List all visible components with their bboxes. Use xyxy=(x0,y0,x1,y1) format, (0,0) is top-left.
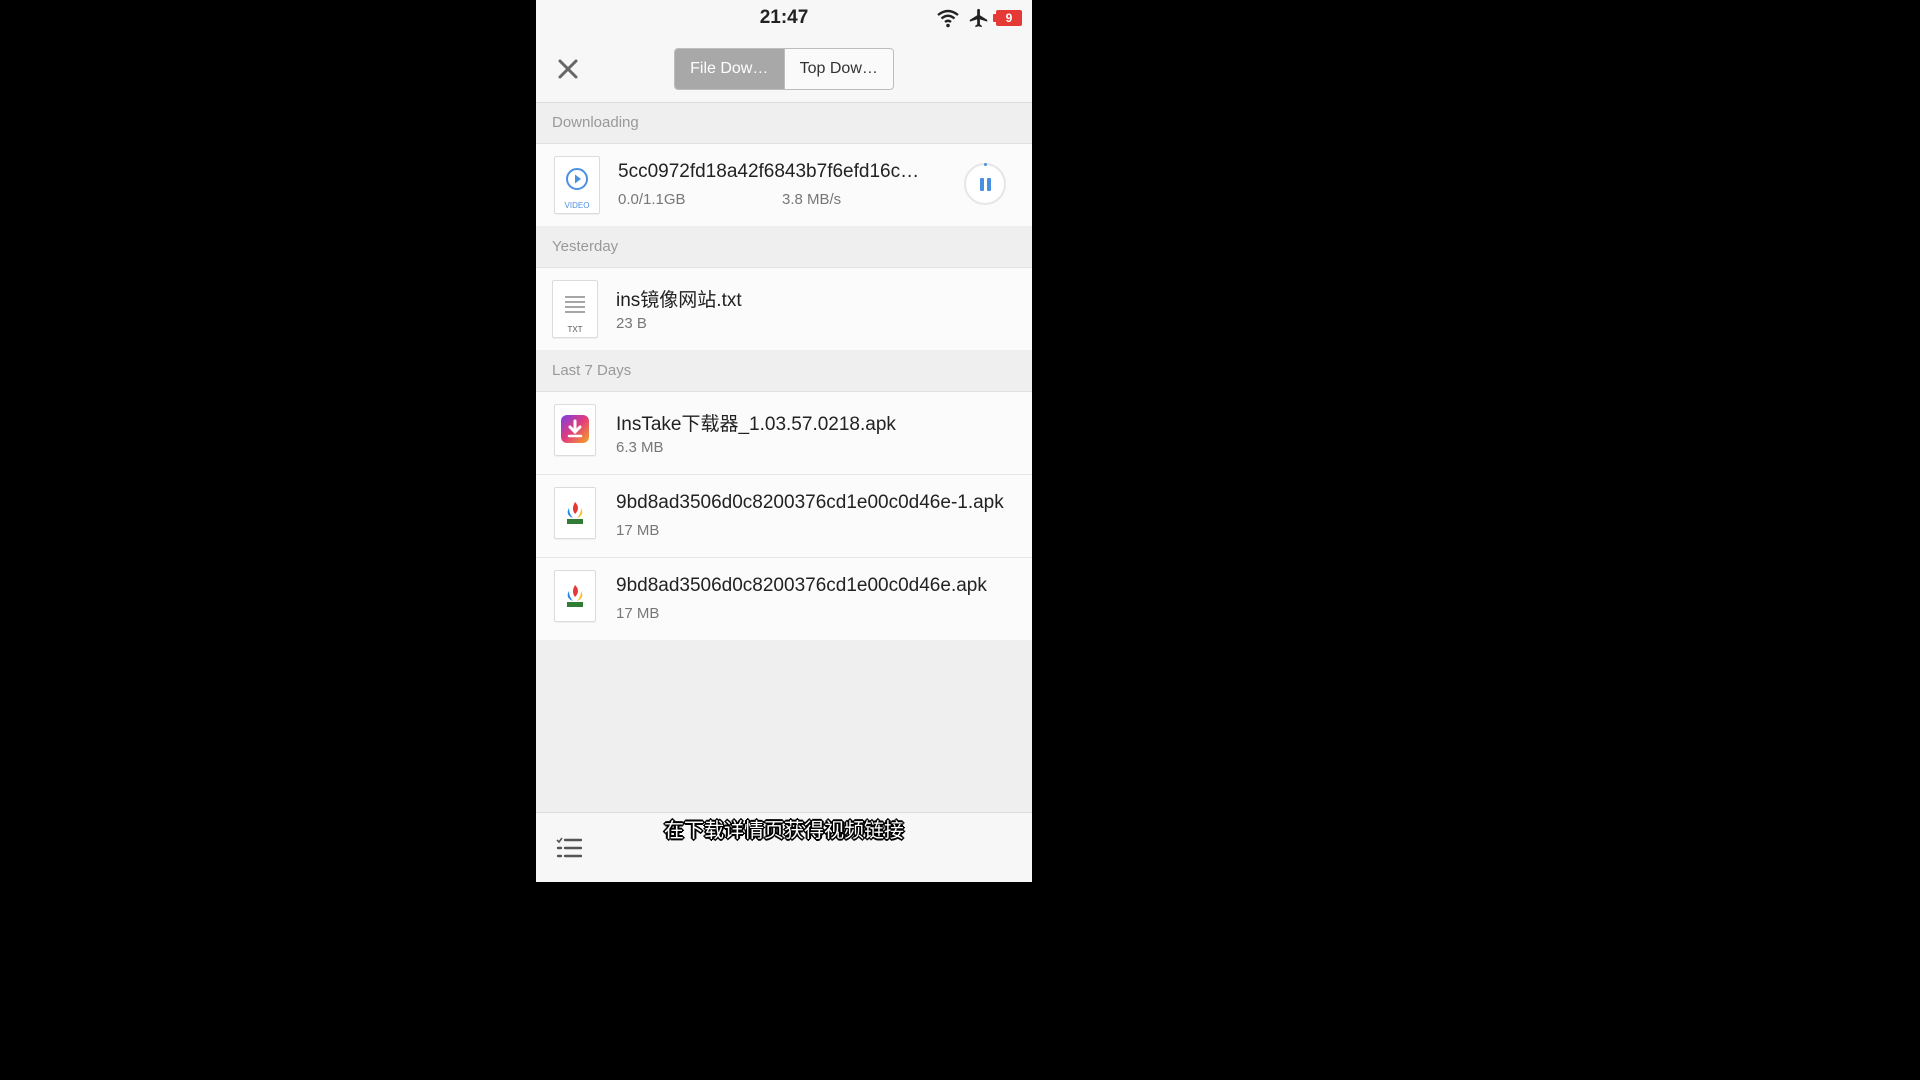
list-item[interactable]: InsTake下载器_1.03.57.0218.apk 6.3 MB xyxy=(536,392,1032,475)
section-header-yesterday: Yesterday xyxy=(536,227,1032,268)
file-name: ins镜像网站.txt xyxy=(616,290,742,311)
file-name: 5cc0972fd18a42f6843b7f6efd16c… xyxy=(618,161,920,182)
file-name: 9bd8ad3506d0c8200376cd1e00c0d46e-1.apk xyxy=(616,492,1004,513)
pause-icon xyxy=(980,178,984,191)
text-lines-icon xyxy=(565,296,585,313)
file-size: 6.3 MB xyxy=(616,439,664,456)
list-item[interactable]: TXT ins镜像网站.txt 23 B xyxy=(536,268,1032,350)
file-name: 9bd8ad3506d0c8200376cd1e00c0d46e.apk xyxy=(616,575,987,596)
pause-button[interactable] xyxy=(964,163,1006,205)
tab-file-downloads[interactable]: File Dow… xyxy=(675,49,784,89)
download-row-active[interactable]: VIDEO 5cc0972fd18a42f6843b7f6efd16c… 0.0… xyxy=(536,144,1032,226)
file-name: InsTake下载器_1.03.57.0218.apk xyxy=(616,414,896,435)
file-size: 17 MB xyxy=(616,522,660,539)
txt-file-icon: TXT xyxy=(552,280,598,338)
file-type-label: VIDEO xyxy=(564,201,590,210)
progress-dot xyxy=(984,163,987,166)
apk-file-icon xyxy=(554,487,596,539)
apk-file-icon xyxy=(554,404,596,456)
wifi-icon xyxy=(937,9,959,28)
pause-icon-bar xyxy=(987,178,991,191)
file-type-label: TXT xyxy=(567,325,583,334)
list-item[interactable]: 9bd8ad3506d0c8200376cd1e00c0d46e.apk 17 … xyxy=(536,558,1032,640)
list-item[interactable]: 9bd8ad3506d0c8200376cd1e00c0d46e-1.apk 1… xyxy=(536,475,1032,558)
tab-top-downloads[interactable]: Top Dow… xyxy=(783,49,894,89)
video-file-icon: VIDEO xyxy=(554,156,600,214)
section-header-last-7-days: Last 7 Days xyxy=(536,351,1032,392)
video-subtitle: 在下载详情页获得视频链接 xyxy=(664,818,904,842)
airplane-icon xyxy=(969,8,988,28)
play-icon xyxy=(566,168,588,190)
nav-bar: File Dow… Top Dow… xyxy=(536,36,1032,103)
app-logo-icon xyxy=(567,502,583,524)
download-speed: 3.8 MB/s xyxy=(782,191,842,208)
apk-file-icon xyxy=(554,570,596,622)
phone-screen: 21:47 9 File Dow… Top Dow… Downloading V… xyxy=(536,0,1032,882)
close-icon[interactable] xyxy=(556,57,580,81)
battery-indicator: 9 xyxy=(993,10,1022,26)
section-header-downloading: Downloading xyxy=(536,103,1032,144)
file-size: 17 MB xyxy=(616,605,660,622)
instake-app-icon xyxy=(561,415,589,443)
status-bar: 21:47 9 xyxy=(536,0,1032,36)
file-size: 23 B xyxy=(616,315,647,332)
download-progress: 0.0/1.1GB xyxy=(618,191,686,208)
app-logo-icon xyxy=(567,585,583,607)
tab-segmented-control: File Dow… Top Dow… xyxy=(674,48,894,90)
